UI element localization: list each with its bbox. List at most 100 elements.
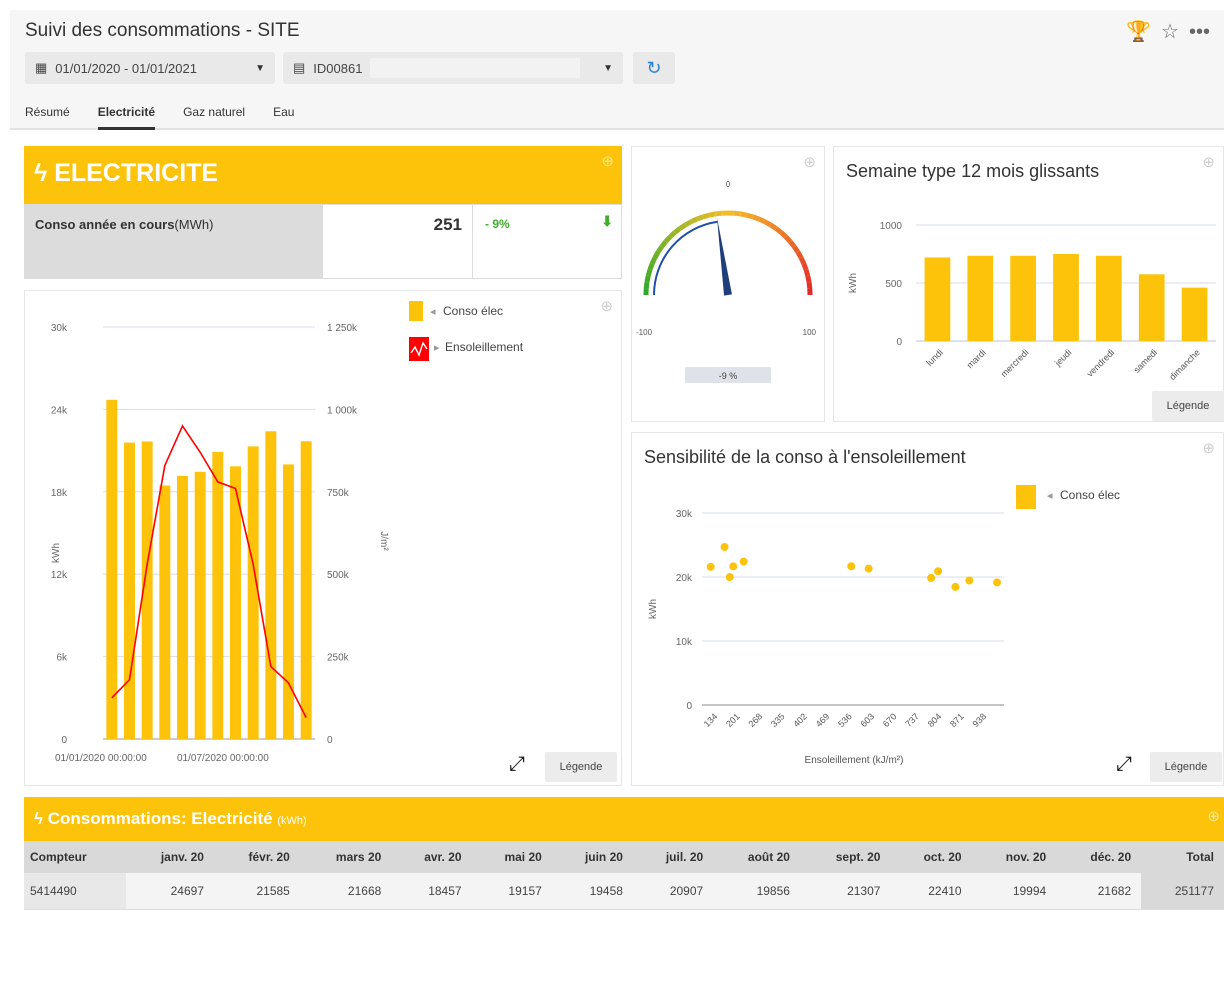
bar-conso-elec [194, 471, 206, 739]
bar-weekday [1181, 287, 1208, 341]
gauge-arc-segment [805, 275, 812, 283]
y-tick-label: 0 [61, 735, 67, 746]
x-tick-label: mercredi [999, 347, 1031, 379]
table-row: 5414490 24697 21585 21668 18457 19157 19458 209… [24, 873, 1224, 910]
trophy-icon[interactable]: 🏆 [1126, 22, 1151, 42]
consumption-table: Compteur janv. 20 févr. 20 mars 20 avr. 20 ma… [24, 841, 1224, 910]
scatter-chart-title: Sensibilité de la conso à l'ensoleilleme… [644, 447, 966, 467]
gauge-label-mid: 0 [726, 180, 731, 189]
y2-tick-label: 1 250k [327, 323, 358, 334]
expand-icon[interactable]: ⤢ [1116, 753, 1132, 776]
refresh-button[interactable]: ↻ [633, 52, 675, 84]
bar-conso-elec [159, 485, 171, 739]
x-tick-label: lundi [924, 347, 945, 368]
table-cell: 21682 [1056, 873, 1142, 910]
column-header: déc. 20 [1056, 841, 1142, 873]
date-range-value: 01/01/2020 - 01/01/2021 [55, 60, 197, 76]
column-header: Compteur [24, 841, 126, 873]
table-cell: 21307 [799, 873, 891, 910]
zoom-icon[interactable]: ⊕ [601, 152, 614, 170]
gauge-arc-segment [758, 216, 767, 225]
gauge-panel: 0 -100 100 -9 % ⊕ [631, 146, 825, 422]
column-header: avr. 20 [391, 841, 472, 873]
y-tick-label: 12k [51, 570, 68, 581]
bar-weekday [967, 255, 994, 341]
x-tick-label: 804 [926, 711, 944, 729]
table-cell: 19994 [971, 873, 1057, 910]
zoom-icon[interactable]: ⊕ [1202, 153, 1215, 171]
refresh-icon: ↻ [646, 57, 662, 78]
zoom-icon[interactable]: ⊕ [803, 153, 816, 171]
bar-conso-elec [124, 442, 135, 739]
scatter-point [951, 582, 960, 591]
y-tick-label: 30k [676, 509, 693, 520]
zoom-icon[interactable]: ⊕ [600, 297, 613, 315]
table-title: ϟ Consommations: Electricité (kWh) [34, 809, 307, 828]
zoom-icon[interactable]: ⊕ [1202, 439, 1215, 457]
expand-icon[interactable]: ⤢ [509, 753, 525, 776]
legend-arrow-icon: ◂ [430, 306, 436, 318]
tab-eau[interactable]: Eau [273, 105, 294, 130]
tabs: Résumé Electricité Gaz naturel Eau [25, 105, 294, 130]
gauge-arc-segment [734, 210, 742, 217]
y-tick-label: 6k [56, 653, 68, 664]
scatter-point [706, 562, 715, 571]
y2-tick-label: 500k [327, 570, 350, 581]
x-tick-label: 603 [859, 711, 877, 729]
gauge-arc-segment [695, 214, 704, 222]
table-cell: 5414490 [24, 873, 126, 910]
scatter-point [864, 564, 873, 573]
date-range-select[interactable]: ▦ 01/01/2020 - 01/01/2021 ▼ [25, 52, 275, 84]
tab-gaz-naturel[interactable]: Gaz naturel [183, 105, 245, 130]
table-cell: 18457 [391, 873, 472, 910]
scatter-point [739, 557, 748, 566]
chevron-down-icon: ▼ [603, 62, 613, 74]
scatter-point [725, 573, 734, 582]
weekly-bar-chart: 0 500 1000 kWh lundi mardi mercredi jeudi vendre… [848, 221, 1216, 382]
gauge-arc-segment [701, 212, 710, 220]
legend-button[interactable]: Légende [1150, 752, 1222, 782]
star-icon[interactable]: ☆ [1161, 22, 1179, 42]
more-icon[interactable]: ••• [1189, 22, 1210, 42]
zoom-icon[interactable]: ⊕ [1207, 807, 1220, 825]
bar-conso-elec [212, 451, 224, 739]
x-tick-label: 01/07/2020 00:00:00 [177, 753, 269, 764]
table-cell: 19856 [713, 873, 800, 910]
legend-swatch-conso-elec [1016, 485, 1036, 509]
x-tick-label: jeudi [1052, 347, 1073, 368]
gauge-arc-segment [668, 230, 677, 239]
kpi-delta: - 9% [485, 217, 510, 231]
electricite-kpi-header: ϟ ELECTRICITE ⊕ [24, 146, 622, 204]
gauge-arc-segment [752, 214, 761, 222]
bar-weekday [1053, 254, 1079, 341]
gauge-arc-segment [740, 211, 748, 218]
tab-resume[interactable]: Résumé [25, 105, 70, 130]
site-name-redacted [370, 58, 581, 78]
y-tick-label: 0 [896, 337, 902, 348]
x-tick-label: 670 [881, 711, 899, 729]
column-header: juil. 20 [632, 841, 714, 873]
gauge-arc-segment [683, 219, 692, 228]
site-select[interactable]: ▤ ID00861 ▼ [283, 52, 623, 84]
x-tick-label: 01/01/2020 00:00:00 [55, 753, 147, 764]
legend-button[interactable]: Légende [545, 752, 617, 782]
y-axis-label: kWh [848, 273, 859, 293]
bar-weekday [1096, 255, 1122, 341]
kpi-row: Conso année en cours(MWh) 251 - 9% ⬇ [24, 204, 622, 279]
column-header: Total [1141, 841, 1224, 873]
gauge-arc-segment [784, 235, 793, 244]
column-header: janv. 20 [125, 841, 214, 873]
x-tick-label: 268 [747, 711, 765, 729]
gauge-arc-segment [795, 250, 804, 259]
monthly-chart-panel: 0 6k 12k 18k 24k 30k 0 250k 500k 750k 1 000k 1 250k… [24, 290, 622, 786]
legend-button[interactable]: Légende [1152, 391, 1224, 421]
y-axis-label: kWh [51, 543, 62, 563]
gauge-arc-segment [652, 250, 661, 259]
gauge-label-min: -100 [636, 328, 653, 337]
lightning-icon: ϟ [34, 159, 48, 187]
x-tick-label: 335 [769, 711, 787, 729]
legend-arrow-icon: ◂ [1047, 490, 1053, 502]
column-header: juin 20 [551, 841, 633, 873]
tab-electricite[interactable]: Electricité [97, 105, 156, 130]
y-tick-label: 30k [51, 323, 68, 334]
